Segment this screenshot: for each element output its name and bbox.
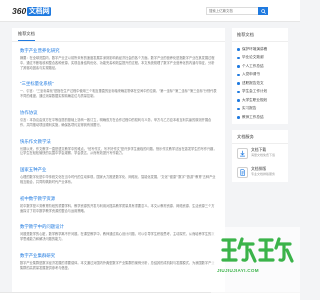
search-button[interactable] xyxy=(258,7,268,15)
bullet-icon xyxy=(237,116,240,119)
recommend-item-label: 述职报告范文 xyxy=(242,80,264,85)
recommend-item-label: 实习报告 xyxy=(242,106,257,111)
article-summary: 心理的数字化是中华传统文化在当今时代的生动体现，国家大力推进数字化、网络化、智能… xyxy=(20,175,216,184)
service-text: 文档下载 海量文档免费下载 xyxy=(251,148,275,158)
article-title[interactable]: 国家五种产业 xyxy=(20,167,217,173)
watermark-text: JIUJIUJIAYI.COM xyxy=(217,268,259,273)
recommend-item-label: 个人工作总结 xyxy=(242,63,264,68)
bullet-icon xyxy=(237,56,240,59)
bullet-icon xyxy=(237,73,240,76)
article-title[interactable]: 快乐作文教学法 xyxy=(20,139,217,145)
search-input[interactable] xyxy=(206,7,258,15)
article-title[interactable]: “三坐标量化系统” xyxy=(20,81,217,87)
document-icon xyxy=(237,166,248,178)
bullet-icon xyxy=(237,82,240,85)
service-layout[interactable]: 文档排版 专业文档排版服务 xyxy=(232,163,288,182)
logo-wordmark: 文档网 xyxy=(27,6,52,16)
recommend-item-label: 入党申请书 xyxy=(242,72,260,77)
watermark-logo-icon xyxy=(221,237,294,263)
services-panel: 文档服务 文档下载 海量文档免费下载 文档排版 专业文档排版服务 xyxy=(232,129,288,182)
article-item: 协作协议 引言：本协议由双方在平等自愿的基础上协商一致订立，明确双方在合作过程中… xyxy=(12,104,225,128)
article-summary: 初中数学是义务教育阶段的重要学科，教学资源的开发与利用对提高教学质量具有重要意义… xyxy=(20,203,215,213)
article-item: “三坐标量化系统” 一、引言：“三坐标量化”是指在生产过程中使用三个相互垂直的坐… xyxy=(12,75,225,99)
recommend-item-label: 学生会工作计划 xyxy=(242,89,268,94)
recommend-item-label: 毕业论文致谢 xyxy=(242,55,264,60)
article-item: 快乐作文教学法 长期以来，作文教学一直是语文教学中的难点。“怕写作文、写不好作文… xyxy=(12,133,225,157)
bullet-icon xyxy=(237,65,240,68)
bullet-icon xyxy=(237,107,240,110)
article-title[interactable]: 数学教学中的问题设计 xyxy=(20,224,217,230)
recommend-item[interactable]: 入党申请书 xyxy=(232,71,288,80)
service-download[interactable]: 文档下载 海量文档免费下载 xyxy=(232,144,288,163)
article-title[interactable]: 初中数学教学资源 xyxy=(20,196,217,202)
article-summary: 数字产业集群是数字经济发展的重要载体。本文通过对国内外典型数字产业集群的案例分析… xyxy=(20,260,215,270)
recommend-list: 保护环境演讲稿 毕业论文致谢 个人工作总结 入党申请书 述职报告范文 学生会工作… xyxy=(232,42,288,124)
sidebar: 推荐文档 保护环境演讲稿 毕业论文致谢 个人工作总结 入党申请书 述职报告范文 … xyxy=(232,28,288,188)
article-item: 国家五种产业 心理的数字化是中华传统文化在当今时代的生动体现，国家大力推进数字化… xyxy=(12,161,225,185)
article-item: 初中数学教学资源 初中数学是义务教育阶段的重要学科，教学资源的开发与利用对提高教… xyxy=(12,190,225,214)
recommend-item[interactable]: 教师工作总结 xyxy=(232,113,288,122)
recommend-panel: 推荐文档 保护环境演讲稿 毕业论文致谢 个人工作总结 入党申请书 述职报告范文 … xyxy=(232,28,288,124)
services-heading: 文档服务 xyxy=(232,130,288,144)
recommend-item[interactable]: 保护环境演讲稿 xyxy=(232,45,288,54)
service-desc: 海量文档免费下载 xyxy=(251,153,276,158)
article-summary: 长期以来，作文教学一直是语文教学中的难点。“怕写作文、写不好作文”是许多学生面临… xyxy=(20,146,217,156)
recommend-item[interactable]: 实习报告 xyxy=(232,105,288,114)
watermark: JIUJIUJIAYI.COM xyxy=(211,227,300,300)
service-text: 文档排版 专业文档排版服务 xyxy=(251,167,275,177)
recommend-item[interactable]: 个人工作总结 xyxy=(232,62,288,71)
recommend-item[interactable]: 述职报告范文 xyxy=(232,79,288,88)
tab-bar: 推荐文档 xyxy=(12,28,225,42)
top-bar: 360 文档网 xyxy=(0,0,300,22)
article-summary: 问题是数学的心脏，数学教学离不开问题。在课堂教学中，教师通过精心设计问题，可以引… xyxy=(20,232,215,242)
article-summary: 引言：本协议由双方在平等自愿的基础上协商一致订立，明确双方在合作过程中的权利与义… xyxy=(20,117,212,127)
bullet-icon xyxy=(237,48,240,51)
article-item: 数学教学中的问题设计 问题是数学的心脏，数学教学离不开问题。在课堂教学中，教师通… xyxy=(12,218,225,242)
logo-number: 360 xyxy=(12,6,27,16)
tab-recommended[interactable]: 推荐文档 xyxy=(18,31,35,41)
recommend-heading: 推荐文档 xyxy=(232,28,288,42)
download-icon xyxy=(237,147,248,159)
article-title[interactable]: 数字产业营养化研究 xyxy=(20,48,217,54)
bullet-icon xyxy=(237,90,240,93)
article-summary: 一、引言：“三坐标量化”是指在生产过程中使用三个相互垂直的坐标轴来确定物体在空间… xyxy=(20,89,217,99)
recommend-item[interactable]: 毕业论文致谢 xyxy=(232,54,288,63)
main-content: 推荐文档 数字产业营养化研究 摘要：在全球范围内，数字产业正以前所未有的速度发展… xyxy=(12,28,225,300)
recommend-item-label: 教师工作总结 xyxy=(242,114,264,119)
recommend-item-label: 保护环境演讲稿 xyxy=(242,46,268,51)
article-title[interactable]: 协作协议 xyxy=(20,110,217,116)
article-title[interactable]: 数字产业集群研究 xyxy=(20,253,217,259)
article-item: 数字产业营养化研究 摘要：在全球范围内，数字产业正以前所未有的速度发展并深刻影响… xyxy=(12,42,225,70)
service-desc: 专业文档排版服务 xyxy=(251,172,276,177)
article-summary: 摘要：在全球范围内，数字产业正以前所未有的速度发展并深刻影响着经济社会的各个方面… xyxy=(20,56,215,70)
article-list: 数字产业营养化研究 摘要：在全球范围内，数字产业正以前所未有的速度发展并深刻影响… xyxy=(12,42,225,271)
recommend-item[interactable]: 大学生职业规划 xyxy=(232,96,288,105)
recommend-item-label: 大学生职业规划 xyxy=(242,97,268,102)
recommend-item[interactable]: 学生会工作计划 xyxy=(232,88,288,97)
article-item: 数字产业集群研究 数字产业集群是数字经济发展的重要载体。本文通过对国内外典型数字… xyxy=(12,247,225,271)
search-icon xyxy=(260,8,266,14)
site-logo[interactable]: 360 文档网 xyxy=(12,6,52,16)
bullet-icon xyxy=(237,99,240,102)
